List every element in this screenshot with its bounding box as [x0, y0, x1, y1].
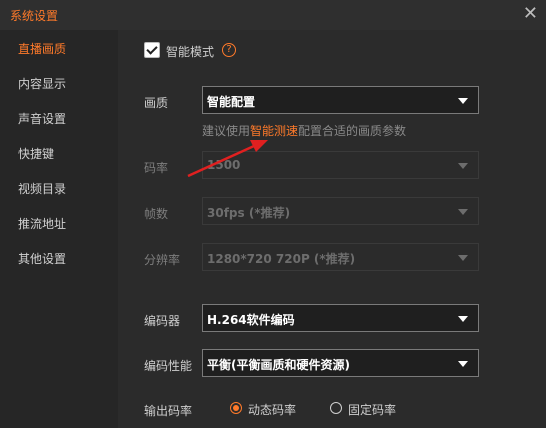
annotation-arrow-icon	[187, 140, 268, 178]
